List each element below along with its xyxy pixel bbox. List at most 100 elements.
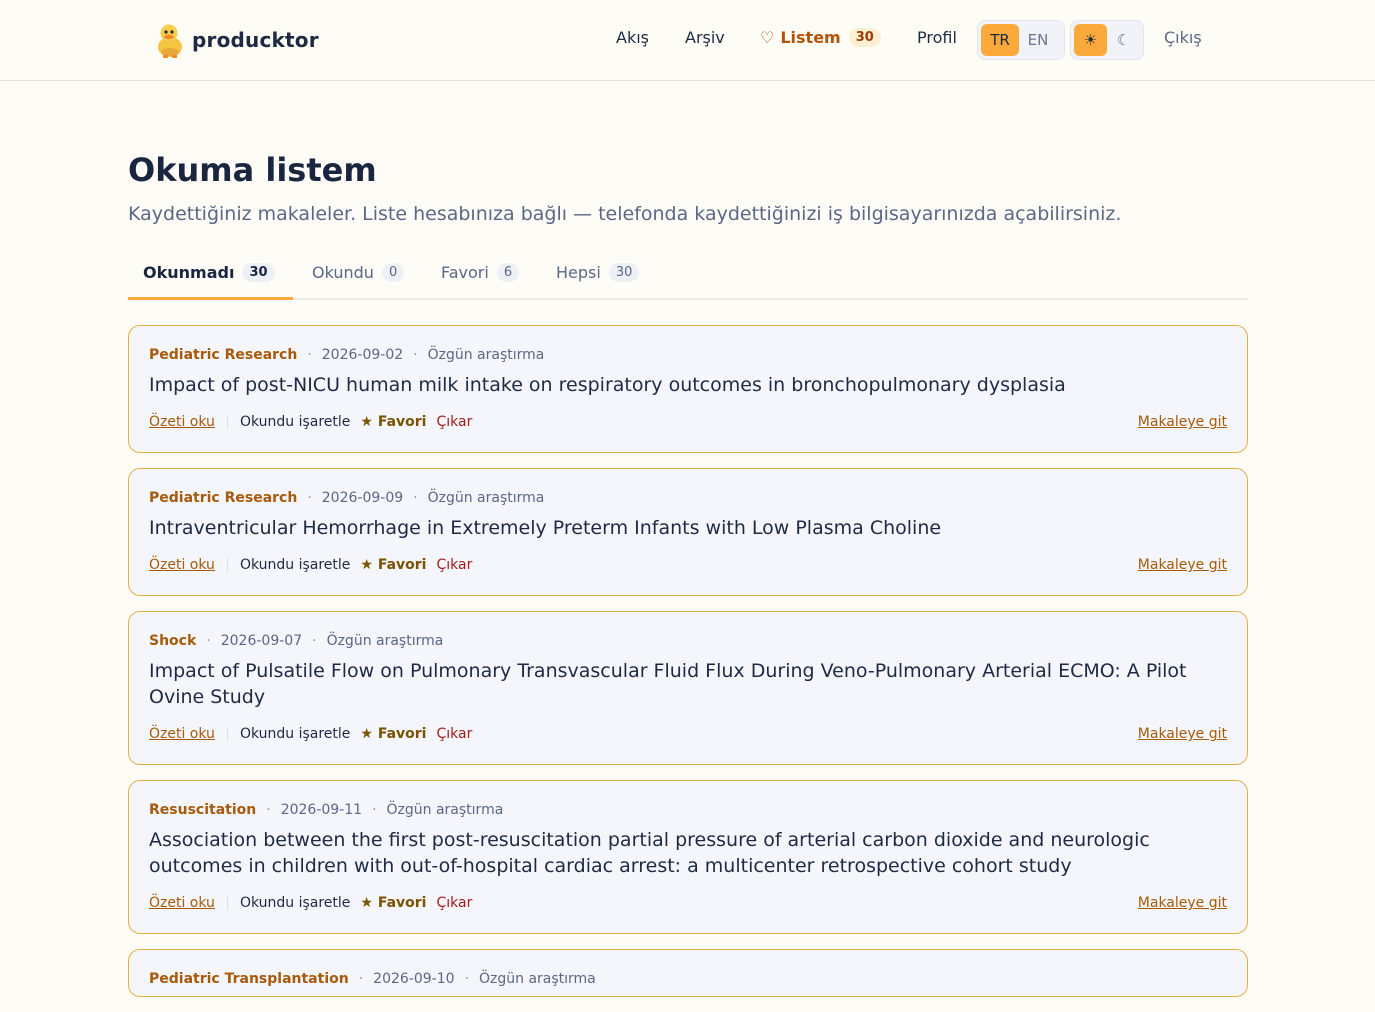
- mark-read-button[interactable]: Okundu işaretle: [240, 557, 350, 573]
- top-bar: producktor Akış Arşiv ♡ Listem 30 Profil…: [0, 0, 1375, 81]
- tab-count: 30: [242, 263, 275, 282]
- article-date: 2026-09-10: [373, 971, 455, 987]
- article-meta: Pediatric Research · 2026-09-02 · Özgün …: [149, 346, 1227, 364]
- remove-button[interactable]: Çıkar: [436, 895, 472, 911]
- journal-name: Pediatric Research: [149, 490, 298, 506]
- action-divider: [226, 415, 228, 429]
- meta-separator: ·: [307, 490, 312, 506]
- read-summary-link[interactable]: Özeti oku: [149, 414, 215, 430]
- article-type: Özgün araştırma: [427, 347, 545, 363]
- tab-count: 6: [496, 263, 520, 282]
- journal-name: Shock: [149, 633, 197, 649]
- read-summary-link[interactable]: Özeti oku: [149, 557, 215, 573]
- meta-separator: ·: [464, 971, 469, 987]
- article-card: Shock · 2026-09-07 · Özgün araştırma Imp…: [128, 611, 1248, 765]
- article-meta: Pediatric Research · 2026-09-09 · Özgün …: [149, 489, 1227, 507]
- action-divider: [226, 727, 228, 741]
- tab-label: Hepsi: [556, 263, 601, 282]
- active-tab-indicator: [128, 297, 293, 300]
- page-title: Okuma listem: [128, 151, 377, 189]
- remove-button[interactable]: Çıkar: [436, 414, 472, 430]
- action-divider: [226, 558, 228, 572]
- meta-separator: ·: [307, 347, 312, 363]
- journal-name: Pediatric Transplantation: [149, 971, 349, 987]
- mylist-count-badge: 30: [848, 28, 881, 47]
- article-type: Özgün araştırma: [386, 802, 504, 818]
- article-type: Özgün araştırma: [427, 490, 545, 506]
- main-nav: Akış Arşiv ♡ Listem 30 Profil TR EN ☀ ☾ …: [0, 0, 1375, 80]
- meta-separator: ·: [413, 347, 418, 363]
- article-card: Resuscitation · 2026-09-11 · Özgün araşt…: [128, 780, 1248, 934]
- article-meta: Pediatric Transplantation · 2026-09-10 ·…: [149, 970, 1227, 988]
- logout-link[interactable]: Çıkış: [1164, 28, 1202, 47]
- read-summary-link[interactable]: Özeti oku: [149, 726, 215, 742]
- remove-button[interactable]: Çıkar: [436, 557, 472, 573]
- article-card: Pediatric Research · 2026-09-09 · Özgün …: [128, 468, 1248, 596]
- article-date: 2026-09-11: [280, 802, 363, 818]
- filter-tabs: Okunmadı 30 Okundu 0 Favori 6 Hepsi 30: [128, 253, 1248, 300]
- mark-read-button[interactable]: Okundu işaretle: [240, 895, 350, 911]
- journal-name: Resuscitation: [149, 802, 257, 818]
- favorite-button[interactable]: ★ Favori: [360, 414, 426, 430]
- tab-read[interactable]: Okundu 0: [312, 263, 405, 282]
- tab-unread[interactable]: Okunmadı 30: [143, 263, 275, 282]
- article-card: Pediatric Research · 2026-09-02 · Özgün …: [128, 325, 1248, 453]
- nav-profile-link[interactable]: Profil: [917, 28, 957, 47]
- journal-name: Pediatric Research: [149, 347, 298, 363]
- light-theme-icon[interactable]: ☀: [1074, 24, 1107, 56]
- article-type: Özgün araştırma: [326, 633, 444, 649]
- tab-label: Favori: [441, 263, 489, 282]
- article-card: Pediatric Transplantation · 2026-09-10 ·…: [128, 949, 1248, 997]
- article-meta: Resuscitation · 2026-09-11 · Özgün araşt…: [149, 801, 1227, 819]
- meta-separator: ·: [312, 633, 317, 649]
- article-actions: Özeti oku Okundu işaretle ★ Favori Çıkar…: [149, 724, 1227, 764]
- main-content: Okuma listem Kaydettiğiniz makaleler. Li…: [128, 81, 1248, 1012]
- tab-label: Okundu: [312, 263, 374, 282]
- nav-feed-link[interactable]: Akış: [616, 28, 649, 47]
- tab-count: 30: [608, 263, 640, 282]
- meta-separator: ·: [266, 802, 271, 818]
- article-type: Özgün araştırma: [479, 971, 596, 987]
- article-actions: Özeti oku Okundu işaretle ★ Favori Çıkar…: [149, 412, 1227, 452]
- article-date: 2026-09-02: [321, 347, 404, 363]
- go-to-article-link[interactable]: Makaleye git: [1138, 414, 1227, 430]
- mark-read-button[interactable]: Okundu işaretle: [240, 414, 350, 430]
- article-list: Pediatric Research · 2026-09-02 · Özgün …: [128, 325, 1248, 997]
- meta-separator: ·: [206, 633, 211, 649]
- article-title: Impact of post-NICU human milk intake on…: [149, 374, 1066, 396]
- heart-icon: ♡: [760, 28, 775, 47]
- dark-theme-icon[interactable]: ☾: [1107, 24, 1140, 56]
- article-date: 2026-09-09: [321, 490, 404, 506]
- action-divider: [226, 896, 228, 910]
- page-subtitle: Kaydettiğiniz makaleler. Liste hesabınız…: [128, 203, 1122, 225]
- go-to-article-link[interactable]: Makaleye git: [1138, 557, 1227, 573]
- meta-separator: ·: [358, 971, 364, 987]
- meta-separator: ·: [372, 802, 377, 818]
- article-actions: Özeti oku Okundu işaretle ★ Favori Çıkar…: [149, 893, 1227, 933]
- article-date: 2026-09-07: [220, 633, 303, 649]
- article-title: Intraventricular Hemorrhage in Extremely…: [149, 517, 942, 539]
- article-meta: Shock · 2026-09-07 · Özgün araştırma: [149, 632, 1227, 650]
- go-to-article-link[interactable]: Makaleye git: [1138, 726, 1227, 742]
- lang-en-button[interactable]: EN: [1019, 24, 1057, 56]
- tab-favorite[interactable]: Favori 6: [441, 263, 520, 282]
- lang-tr-button[interactable]: TR: [981, 24, 1019, 56]
- meta-separator: ·: [413, 490, 418, 506]
- language-switch: TR EN: [977, 20, 1065, 60]
- theme-switch: ☀ ☾: [1070, 20, 1144, 60]
- go-to-article-link[interactable]: Makaleye git: [1138, 895, 1227, 911]
- article-actions: Özeti oku Okundu işaretle ★ Favori Çıkar…: [149, 555, 1227, 595]
- tab-count: 0: [381, 263, 405, 282]
- remove-button[interactable]: Çıkar: [436, 726, 472, 742]
- favorite-button[interactable]: ★ Favori: [360, 895, 426, 911]
- article-title: Impact of Pulsatile Flow on Pulmonary Tr…: [149, 660, 1187, 708]
- favorite-button[interactable]: ★ Favori: [360, 557, 426, 573]
- tab-all[interactable]: Hepsi 30: [556, 263, 640, 282]
- article-title: Association between the first post-resus…: [149, 829, 1150, 877]
- read-summary-link[interactable]: Özeti oku: [149, 895, 215, 911]
- tab-label: Okunmadı: [143, 263, 235, 282]
- favorite-button[interactable]: ★ Favori: [360, 726, 426, 742]
- mark-read-button[interactable]: Okundu işaretle: [240, 726, 350, 742]
- nav-mylist-link[interactable]: ♡ Listem 30: [760, 28, 881, 47]
- nav-archive-link[interactable]: Arşiv: [685, 28, 725, 47]
